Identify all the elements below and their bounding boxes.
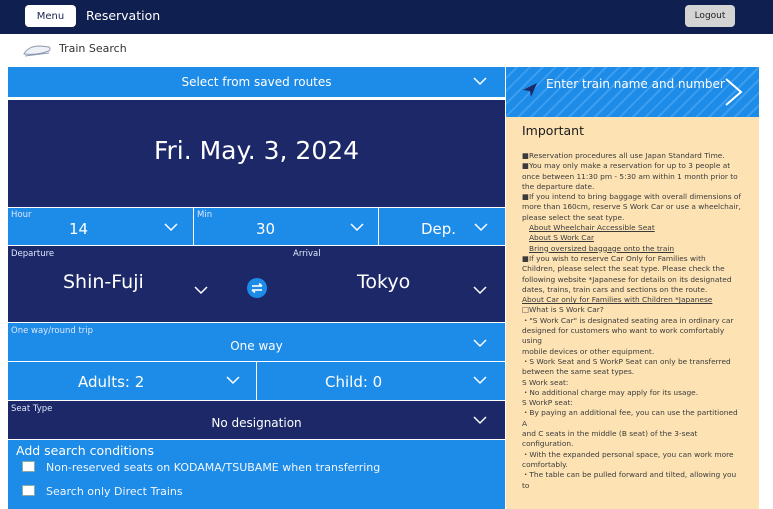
notice-line: ■If you wish to reserve Car Only for Fam… [522,253,706,263]
hour-value: 14 [69,220,89,238]
train-icon [22,41,52,59]
chevron-down-icon [473,339,487,348]
child-select[interactable]: Child: 0 [257,362,505,400]
hour-label: Hour [11,210,32,220]
notice-line: ・The table can be pulled forward and til… [522,470,737,490]
chevron-down-icon [473,416,487,425]
notice-line: more than 160cm, reserve S Work Car or u… [522,202,741,212]
notice-line: □What is S Work Car? [522,305,604,315]
direct-trains-label[interactable]: Search only Direct Trains [46,485,183,498]
chevron-down-icon [474,223,488,232]
trip-type-label: One way/round trip [11,326,94,336]
chevron-down-icon [164,223,178,232]
notice-line: ■If you intend to bring baggage with ove… [522,192,742,202]
menu-button[interactable]: Menu [25,5,76,27]
send-arrow-icon [521,81,539,103]
notice-line: configuration. [522,439,574,449]
important-title: Important [522,123,584,138]
train-name-search[interactable]: Enter train name and number [506,67,759,117]
chevron-down-icon [350,223,364,232]
swap-stations-icon[interactable] [247,278,267,298]
seat-type-label: Seat Type [11,404,53,414]
saved-routes-select[interactable]: Select from saved routes [8,67,505,97]
direct-trains-checkbox[interactable] [22,485,35,496]
wheelchair-seat-link[interactable]: About Wheelchair Accessible Seat [522,223,744,233]
notice-line: ・S Work Seat and S WorkP Seat can only b… [522,356,731,366]
dep-arr-value: Dep. [421,220,457,238]
trip-type-select[interactable]: One way/round trip One way [8,323,505,361]
minute-label: Min [197,210,213,220]
search-conditions: Add search conditions Non-reserved seats… [8,440,505,509]
notice-line: S Work seat: [522,377,569,387]
adults-value: Adults: 2 [78,373,145,391]
notice-line: please select the seat type. [522,212,625,222]
seat-type-select[interactable]: Seat Type No designation [8,401,505,439]
important-body: ■Reservation procedures all use Japan St… [522,151,744,491]
notice-line: between the same seat types. [522,367,635,377]
notice-line: once between 11:30 pm - 5:30 am within 1… [522,171,738,181]
notice-line: dates, trains, train cars and sections o… [522,284,708,294]
notice-line: ・By paying an additional fee, you can us… [522,408,738,428]
chevron-down-icon [226,376,240,385]
notice-line: ・"S Work Car" is designated seating area… [522,315,734,325]
travel-date: Fri. May. 3, 2024 [153,136,360,165]
notice-line: designed for customers who want to work … [522,326,725,346]
page-title: Train Search [59,42,127,55]
notice-line: ■Reservation procedures all use Japan St… [522,151,725,160]
chevron-down-icon [473,77,487,86]
saved-routes-label: Select from saved routes [181,75,332,89]
hour-select[interactable]: Hour 14 [8,208,193,245]
notice-line: ・With the expanded personal space, you c… [522,449,734,459]
notice-line: the departure date. [522,181,595,191]
app-title: Reservation [86,8,161,23]
notice-line: Children, please select the seat type. P… [522,264,725,274]
minute-select[interactable]: Min 30 [194,208,378,245]
logout-button[interactable]: Logout [685,5,735,27]
conditions-title: Add search conditions [16,443,154,458]
seat-type-value: No designation [211,416,302,430]
non-reserved-label[interactable]: Non-reserved seats on KODAMA/TSUBAME whe… [46,461,380,474]
family-car-link[interactable]: About Car only for Families with Childre… [522,295,744,305]
important-notice: Important ■Reservation procedures all us… [506,117,759,509]
dep-arr-select[interactable]: Dep. [379,208,505,245]
train-name-label: Enter train name and number [546,77,725,91]
notice-line: comfortably. [522,459,568,469]
s-work-car-link[interactable]: About S Work Car [522,233,744,243]
notice-line: S WorkP seat: [522,398,573,408]
adults-select[interactable]: Adults: 2 [8,362,256,400]
date-picker[interactable]: Fri. May. 3, 2024 [8,100,505,207]
notice-line: and C seats in the middle (B seat) of th… [522,429,698,439]
chevron-right-icon [724,77,744,111]
notice-line: following website *Japanese for details … [522,274,732,284]
child-value: Child: 0 [325,373,383,391]
arrival-station[interactable]: Tokyo [357,271,410,293]
chevron-down-icon[interactable] [473,286,487,295]
chevron-down-icon [473,376,487,385]
notice-line: mobile devices or other equipment. [522,346,655,356]
arrival-label: Arrival [293,249,321,259]
trip-type-value: One way [230,339,283,353]
non-reserved-checkbox[interactable] [22,461,35,472]
notice-line: ・No additional charge may apply for its … [522,387,699,397]
oversized-baggage-link[interactable]: Bring oversized baggage onto the train [522,244,744,254]
departure-station[interactable]: Shin-Fuji [63,271,144,293]
chevron-down-icon[interactable] [194,286,208,295]
notice-line: ■You may only make a reservation for up … [522,161,731,171]
departure-label: Departure [11,249,55,259]
minute-value: 30 [256,220,276,238]
